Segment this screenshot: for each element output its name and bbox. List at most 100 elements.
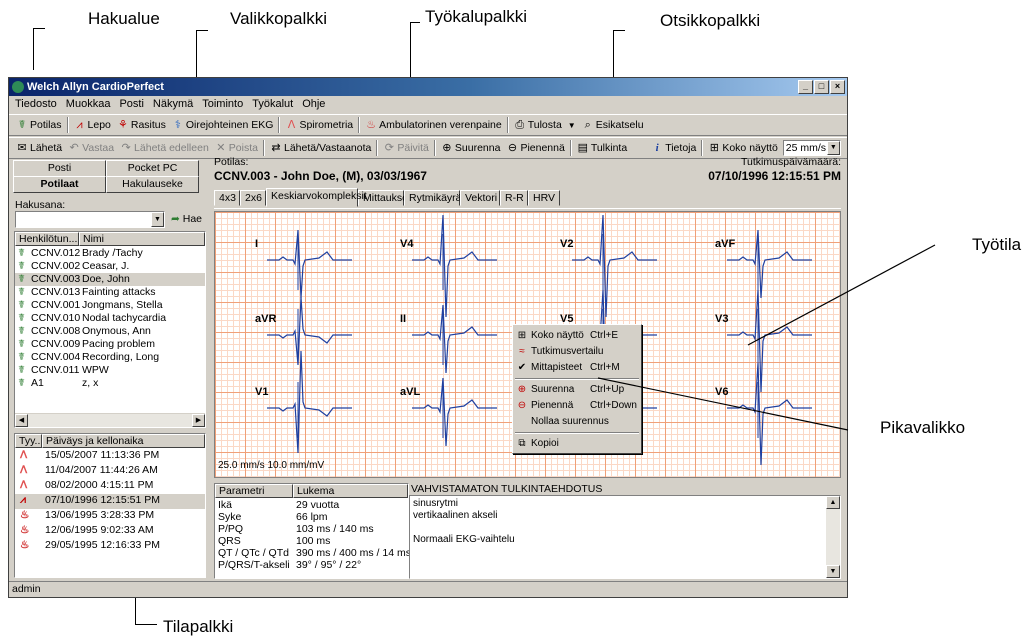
- chevron-down-icon[interactable]: ▼: [826, 141, 840, 155]
- scroll-right-icon[interactable]: ▶: [192, 414, 205, 427]
- patient-row[interactable]: ☤ CCNV.002 Ceasar, J.: [15, 260, 205, 273]
- reply-button[interactable]: ↶ Vastaa: [65, 138, 117, 158]
- ctx-compare[interactable]: ≈ Tutkimusvertailu: [513, 344, 641, 360]
- column-header-id[interactable]: Henkilötun...: [15, 232, 79, 246]
- interpret-button[interactable]: ▤ Tulkinta: [574, 138, 630, 158]
- exam-row[interactable]: ᐱ 08/02/2000 4:15:11 PM: [15, 479, 205, 494]
- tab-posti[interactable]: Posti: [13, 160, 106, 177]
- tab-potilaat[interactable]: Potilaat: [13, 176, 106, 193]
- zoom-in-button[interactable]: ⊕ Suurenna: [438, 138, 504, 158]
- close-button[interactable]: ×: [830, 80, 845, 94]
- tab-view[interactable]: 2x6: [240, 190, 266, 206]
- menu-posti[interactable]: Posti: [119, 96, 143, 113]
- patient-row[interactable]: ☤ CCNV.004 Recording, Long: [15, 351, 205, 364]
- menu-separator: [515, 432, 639, 434]
- print-button[interactable]: ⎙ Tulosta ▼: [511, 115, 579, 135]
- toolbar-separator: [358, 117, 361, 133]
- lungs-icon: ᐱ: [287, 119, 296, 131]
- interpretation-box[interactable]: sinusrytmi vertikaalinen akseli Normaali E…: [409, 495, 841, 579]
- copy-icon: ⧉: [518, 438, 526, 449]
- zoom-out-icon: ⊖: [517, 400, 527, 411]
- stress-button[interactable]: ⚘ Rasitus: [114, 115, 169, 135]
- send-button[interactable]: ✉ Lähetä: [13, 138, 65, 158]
- column-header-parameter[interactable]: Parametri: [215, 484, 293, 498]
- column-header-name[interactable]: Nimi: [79, 232, 205, 246]
- patient-button[interactable]: ☤ Potilas: [13, 115, 65, 135]
- menu-tiedosto[interactable]: Tiedosto: [15, 96, 57, 113]
- tab-view[interactable]: HRV: [528, 190, 560, 206]
- speed-select[interactable]: 25 mm/s ▼: [782, 140, 841, 156]
- tab-pocket-pc[interactable]: Pocket PC: [106, 160, 199, 177]
- menu-tyokalut[interactable]: Työkalut: [252, 96, 293, 113]
- patient-row[interactable]: ☤ CCNV.003 Doe, John: [15, 273, 205, 286]
- ctx-measure-points[interactable]: ✔ Mittapisteet Ctrl+M: [513, 360, 641, 376]
- search-button[interactable]: ➦ Hae: [171, 213, 202, 225]
- callout-line: [613, 30, 625, 31]
- scroll-left-icon[interactable]: ◀: [15, 414, 28, 427]
- patient-row[interactable]: ☤ CCNV.013 Fainting attacks: [15, 286, 205, 299]
- lead-label: aVL: [400, 386, 421, 398]
- column-header-date[interactable]: Päiväys ja kellonaika: [42, 434, 205, 448]
- abpm-button[interactable]: ♨ Ambulatorinen verenpaine: [362, 115, 505, 135]
- zoom-out-button[interactable]: ⊖ Pienennä: [503, 138, 567, 158]
- refresh-button[interactable]: ⟳ Päivitä: [380, 138, 432, 158]
- exam-row[interactable]: ♨ 12/06/1995 9:02:33 AM: [15, 524, 205, 539]
- search-input[interactable]: ▼: [15, 211, 165, 228]
- dropdown-arrow-icon[interactable]: ▼: [568, 121, 576, 130]
- tab-view[interactable]: Vektori: [460, 190, 500, 206]
- menu-nakyma[interactable]: Näkymä: [153, 96, 193, 113]
- menu-toiminto[interactable]: Toiminto: [202, 96, 243, 113]
- tab-view[interactable]: Rytmikäyrä: [404, 190, 462, 206]
- tab-view[interactable]: 4x3: [214, 190, 240, 206]
- rest-ecg-button[interactable]: ⩘ Lepo: [71, 115, 114, 135]
- exam-row[interactable]: ♨ 13/06/1995 3:28:33 PM: [15, 509, 205, 524]
- maximize-button[interactable]: □: [814, 80, 829, 94]
- forward-button[interactable]: ↷ Lähetä edelleen: [117, 138, 212, 158]
- patient-row[interactable]: ☤ CCNV.008 Onymous, Ann: [15, 325, 205, 338]
- lead-label: aVR: [255, 313, 277, 325]
- zoom-in-icon: ⊕: [442, 142, 452, 154]
- scroll-up-icon[interactable]: ▲: [826, 496, 840, 509]
- ctx-copy[interactable]: ⧉ Kopioi: [513, 436, 641, 452]
- column-header-type[interactable]: Tyy...: [15, 434, 42, 448]
- ctx-fullscreen[interactable]: ⊞ Koko näyttö Ctrl+E: [513, 328, 641, 344]
- send-receive-icon: ⇄: [271, 142, 281, 154]
- ctx-zoom-out[interactable]: ⊖ Pienennä Ctrl+Down: [513, 398, 641, 414]
- fullscreen-button[interactable]: ⊞ Koko näyttö: [705, 138, 780, 158]
- vertical-scrollbar[interactable]: ▲ ▼: [826, 496, 840, 578]
- delete-button[interactable]: ✕ Poista: [212, 138, 261, 158]
- tab-view[interactable]: Keskiarvokompleksit: [266, 188, 367, 207]
- patient-row[interactable]: ☤ CCNV.009 Pacing problem: [15, 338, 205, 351]
- horizontal-scrollbar[interactable]: ◀ ▶: [15, 413, 205, 427]
- exam-row[interactable]: ⩘ 07/10/1996 12:15:51 PM: [15, 494, 205, 509]
- ctx-zoom-in[interactable]: ⊕ Suurenna Ctrl+Up: [513, 382, 641, 398]
- info-button[interactable]: i Tietoja: [648, 138, 699, 158]
- patient-row[interactable]: ☤ CCNV.012 Brady /Tachy: [15, 247, 205, 260]
- lead-label: V6: [715, 386, 729, 398]
- exam-row[interactable]: ᐱ 15/05/2007 11:13:36 PM: [15, 449, 205, 464]
- callout-otsikkopalkki: Otsikkopalkki: [660, 11, 761, 30]
- exam-row[interactable]: ᐱ 11/04/2007 11:44:26 AM: [15, 464, 205, 479]
- patient-icon: ☤: [18, 364, 26, 376]
- lead-ecg-button[interactable]: ⚕ Oirejohteinen EKG: [169, 115, 277, 135]
- column-header-value[interactable]: Lukema: [293, 484, 408, 498]
- menu-ohje[interactable]: Ohje: [302, 96, 325, 113]
- tab-hakulauseke[interactable]: Hakulauseke: [106, 176, 199, 193]
- menu-muokkaa[interactable]: Muokkaa: [66, 96, 111, 113]
- patient-row[interactable]: ☤ CCNV.011 WPW: [15, 364, 205, 377]
- patient-row[interactable]: ☤ CCNV.001 Jongmans, Stella: [15, 299, 205, 312]
- chevron-down-icon[interactable]: ▼: [151, 212, 164, 227]
- lead-label: V4: [400, 238, 414, 250]
- exam-row[interactable]: ♨ 29/05/1995 12:16:33 PM: [15, 539, 205, 554]
- send-receive-button[interactable]: ⇄ Lähetä/Vastaanota: [267, 138, 374, 158]
- patient-icon: ☤: [18, 247, 26, 259]
- patient-row[interactable]: ☤ CCNV.010 Nodal tachycardia: [15, 312, 205, 325]
- tab-view[interactable]: R-R: [500, 190, 528, 206]
- minimize-button[interactable]: _: [798, 80, 813, 94]
- spirometry-button[interactable]: ᐱ Spirometria: [282, 115, 356, 135]
- patient-row[interactable]: ☤ A1 z, x: [15, 377, 205, 390]
- callout-line: [196, 30, 208, 31]
- ctx-reset-zoom[interactable]: Nollaa suurennus: [513, 414, 641, 430]
- scroll-down-icon[interactable]: ▼: [826, 565, 840, 578]
- preview-button[interactable]: ⌕ Esikatselu: [579, 115, 647, 135]
